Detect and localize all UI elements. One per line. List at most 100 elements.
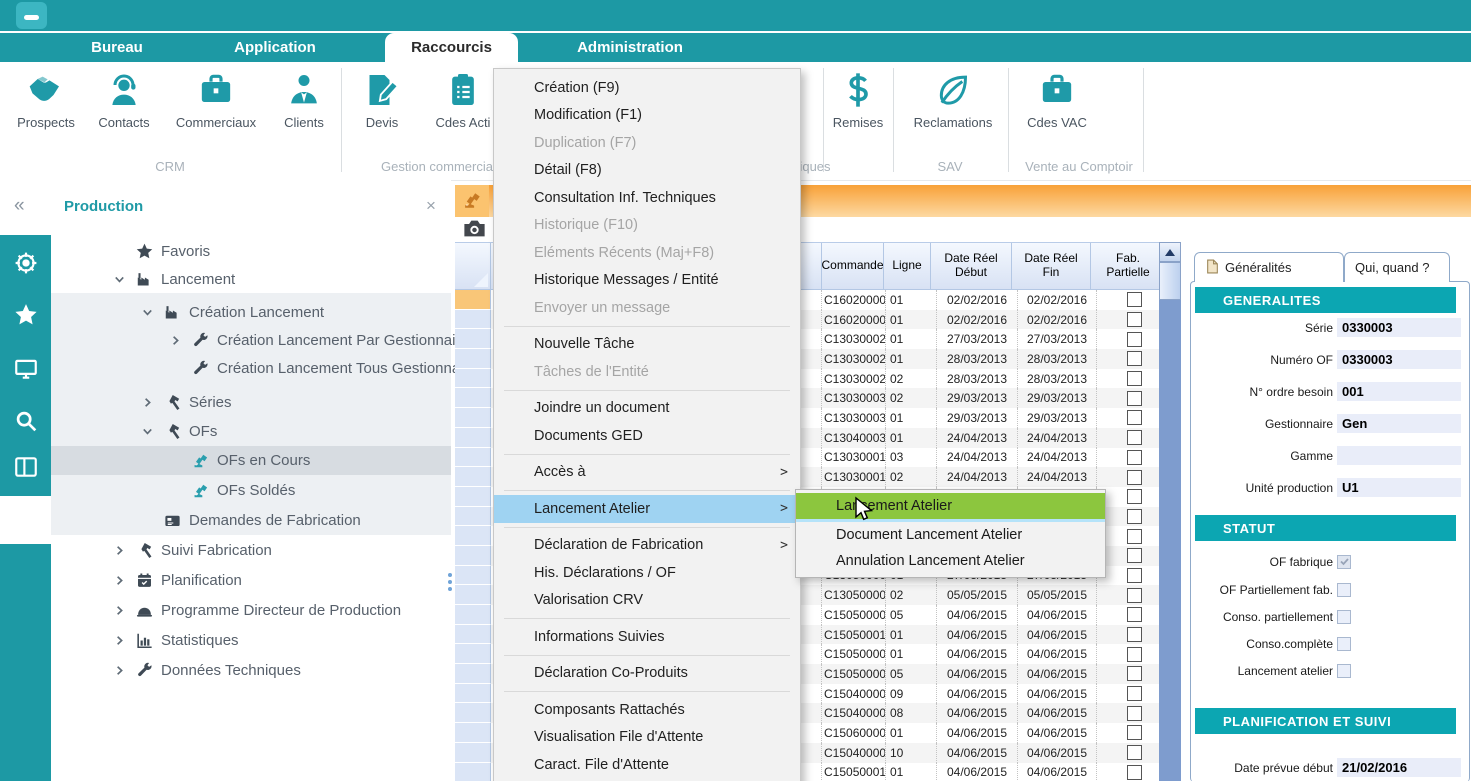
menu-item-acc-s-[interactable]: Accès à>: [494, 459, 800, 487]
row-selector-cell[interactable]: [455, 763, 491, 781]
menu-item-composants-rattach-s[interactable]: Composants Rattachés: [494, 696, 800, 724]
fab-partielle-checkbox[interactable]: [1127, 666, 1142, 681]
menu-item-cr-ation-f9-[interactable]: Création (F9): [494, 74, 800, 102]
tree-item-ofs-en-cours[interactable]: OFs en Cours: [51, 446, 451, 475]
scroll-up-button[interactable]: [1159, 242, 1181, 262]
row-selector-cell[interactable]: [455, 664, 491, 684]
fab-partielle-checkbox[interactable]: [1127, 745, 1142, 760]
menu-tab-application[interactable]: Application: [210, 33, 340, 62]
ribbon-button-cdes-vac[interactable]: Cdes VAC: [1002, 70, 1112, 130]
tree-item-suivi-fabrication[interactable]: Suivi Fabrication: [51, 536, 451, 565]
row-selector-cell[interactable]: [455, 684, 491, 704]
column-header-ligne[interactable]: Ligne: [884, 243, 931, 290]
camera-icon[interactable]: [461, 215, 488, 245]
fab-partielle-checkbox[interactable]: [1127, 725, 1142, 740]
field-value[interactable]: 001: [1337, 382, 1461, 401]
column-header[interactable]: [455, 243, 491, 290]
tree-item-lancement[interactable]: Lancement: [51, 265, 451, 294]
collapse-sidebar-icon[interactable]: «: [14, 195, 25, 217]
column-header-fab-[interactable]: Fab. Partielle: [1091, 243, 1166, 290]
row-selector-cell[interactable]: [455, 743, 491, 763]
row-selector-cell[interactable]: [455, 644, 491, 664]
field-value[interactable]: 0330003: [1337, 318, 1461, 337]
tree-item-planification[interactable]: Planification: [51, 566, 451, 595]
tree-item-ofs[interactable]: OFs: [51, 417, 451, 446]
column-header-commande[interactable]: Commande: [822, 243, 884, 290]
menu-item-modification-f1-[interactable]: Modification (F1): [494, 102, 800, 130]
row-selector-cell[interactable]: [455, 585, 491, 605]
fab-partielle-checkbox[interactable]: [1127, 430, 1142, 445]
row-selector-cell[interactable]: [455, 546, 491, 566]
close-sidebar-icon[interactable]: ×: [426, 196, 436, 216]
fab-partielle-checkbox[interactable]: [1127, 391, 1142, 406]
status-checkbox[interactable]: [1337, 610, 1351, 624]
fab-partielle-checkbox[interactable]: [1127, 607, 1142, 622]
field-value[interactable]: 0330003: [1337, 350, 1461, 369]
fab-partielle-checkbox[interactable]: [1127, 548, 1142, 563]
ribbon-button-remises[interactable]: Remises: [803, 70, 913, 130]
menu-item-d-claration-de-fabrication[interactable]: Déclaration de Fabrication>: [494, 532, 800, 560]
fab-partielle-checkbox[interactable]: [1127, 588, 1142, 603]
row-selector-cell[interactable]: [455, 448, 491, 468]
menu-item-d-claration-co-produits[interactable]: Déclaration Co-Produits: [494, 660, 800, 688]
fab-partielle-checkbox[interactable]: [1127, 509, 1142, 524]
fab-partielle-checkbox[interactable]: [1127, 351, 1142, 366]
tree-item-demandes-de-fabrication[interactable]: Demandes de Fabrication: [51, 506, 451, 535]
fab-partielle-checkbox[interactable]: [1127, 568, 1142, 583]
row-selector-cell[interactable]: [455, 388, 491, 408]
menu-item-valorisation-crv[interactable]: Valorisation CRV: [494, 587, 800, 615]
tree-item-donn-es-techniques[interactable]: Données Techniques: [51, 656, 451, 685]
row-selector-cell[interactable]: [455, 428, 491, 448]
tree-item-favoris[interactable]: Favoris: [51, 237, 451, 266]
row-selector-cell[interactable]: [455, 703, 491, 723]
status-checkbox[interactable]: [1337, 583, 1351, 597]
menu-tab-administration[interactable]: Administration: [562, 33, 698, 62]
row-selector-cell[interactable]: [455, 408, 491, 428]
row-selector-cell[interactable]: [455, 625, 491, 645]
menu-tab-bureau[interactable]: Bureau: [64, 33, 170, 62]
status-checkbox[interactable]: [1337, 637, 1351, 651]
row-selector-cell[interactable]: [455, 369, 491, 389]
rail-item-monitor-icon[interactable]: [0, 346, 51, 394]
menu-item-documents-ged[interactable]: Documents GED: [494, 422, 800, 450]
submenu-item-annulation-lancement-atelier[interactable]: Annulation Lancement Atelier: [796, 548, 1105, 574]
status-checkbox[interactable]: [1337, 555, 1351, 569]
rail-item-wheel-icon[interactable]: [0, 240, 51, 288]
scrollbar-thumb[interactable]: [1159, 262, 1181, 300]
menu-item-historique-messages-entit-[interactable]: Historique Messages / Entité: [494, 267, 800, 295]
tree-item-cr-ation-lancement-par-gestionnaire[interactable]: Création Lancement Par Gestionnaire: [51, 326, 451, 355]
tree-item-ofs-sold-s[interactable]: OFs Soldés: [51, 476, 451, 505]
rail-item-columns-icon[interactable]: [0, 444, 51, 492]
fab-partielle-checkbox[interactable]: [1127, 706, 1142, 721]
fab-partielle-checkbox[interactable]: [1127, 470, 1142, 485]
row-selector-cell[interactable]: [455, 507, 491, 527]
menu-item-consultation-inf-techniques[interactable]: Consultation Inf. Techniques: [494, 184, 800, 212]
fab-partielle-checkbox[interactable]: [1127, 489, 1142, 504]
menu-item-caract-file-d-attente[interactable]: Caract. File d'Attente: [494, 751, 800, 779]
fab-partielle-checkbox[interactable]: [1127, 765, 1142, 780]
menu-item-visualisation-file-d-attente[interactable]: Visualisation File d'Attente: [494, 724, 800, 752]
rail-item-robot-arm-icon[interactable]: [0, 496, 51, 544]
field-value[interactable]: U1: [1337, 478, 1461, 497]
submenu-item-document-lancement-atelier[interactable]: Document Lancement Atelier: [796, 522, 1105, 548]
fab-partielle-checkbox[interactable]: [1127, 627, 1142, 642]
tree-item-s-ries[interactable]: Séries: [51, 388, 451, 417]
submenu-item-lancement-atelier[interactable]: Lancement Atelier: [796, 493, 1105, 522]
content-tab-icon[interactable]: [455, 185, 489, 217]
tree-item-programme-directeur-de-production[interactable]: Programme Directeur de Production: [51, 596, 451, 625]
panel-tab-qui-quand[interactable]: Qui, quand ?: [1344, 252, 1450, 282]
row-selector-cell[interactable]: [455, 310, 491, 330]
splitter-handle[interactable]: [448, 570, 454, 596]
menu-item-joindre-un-document[interactable]: Joindre un document: [494, 395, 800, 423]
app-logo-icon[interactable]: [16, 2, 47, 29]
tree-item-cr-ation-lancement[interactable]: Création Lancement: [51, 298, 451, 327]
rail-item-search-icon[interactable]: [0, 398, 51, 446]
row-selector-cell[interactable]: [455, 349, 491, 369]
menu-item-his-d-clarations-of[interactable]: His. Déclarations / OF: [494, 559, 800, 587]
field-value[interactable]: Gen: [1337, 414, 1461, 433]
rail-item-star-icon[interactable]: [0, 292, 51, 340]
menu-item-lancement-atelier[interactable]: Lancement Atelier>: [494, 495, 800, 523]
menu-item-d-tail-f8-[interactable]: Détail (F8): [494, 157, 800, 185]
fab-partielle-checkbox[interactable]: [1127, 647, 1142, 662]
row-selector-cell[interactable]: [455, 723, 491, 743]
